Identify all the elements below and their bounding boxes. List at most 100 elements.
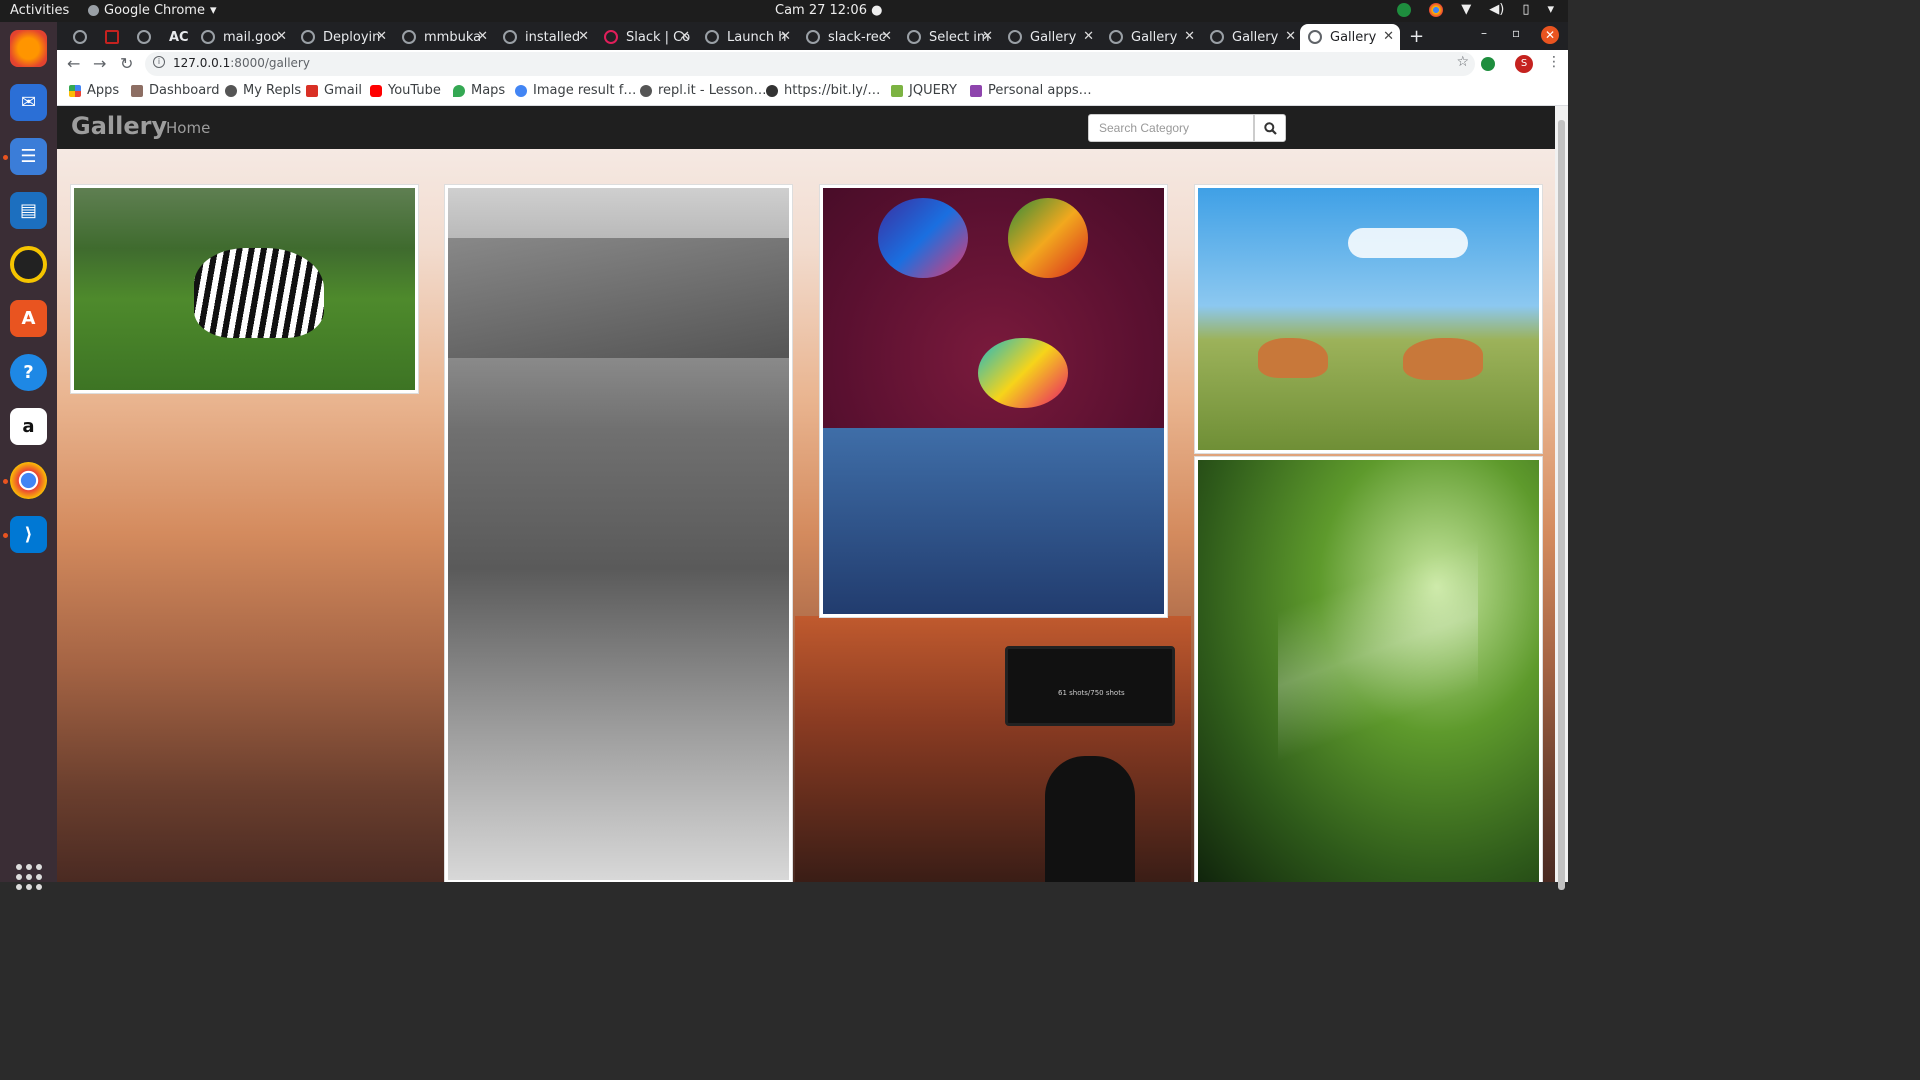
- volume-icon: ◀): [1489, 2, 1505, 17]
- thunderbird-icon[interactable]: ✉: [10, 84, 47, 121]
- gallery-image-card[interactable]: [70, 184, 419, 394]
- tab-close-icon[interactable]: ✕: [1285, 29, 1296, 44]
- bookmark-star-icon[interactable]: ☆: [1456, 54, 1469, 70]
- software-center-icon[interactable]: A: [10, 300, 47, 337]
- bookmark-gmail[interactable]: Gmail: [306, 83, 362, 98]
- extension-icon[interactable]: [1481, 57, 1495, 71]
- tab[interactable]: mmbuka ✕: [394, 24, 494, 50]
- dock: ✉ ☰ ▤ A ? a ⟩: [0, 22, 57, 890]
- roof-shape: [448, 238, 789, 358]
- clock[interactable]: Cam 27 12:06 ●: [775, 3, 882, 18]
- url-path: :8000/gallery: [230, 56, 310, 70]
- page-scrollbar[interactable]: [1555, 106, 1568, 890]
- site-brand[interactable]: Gallery: [71, 112, 167, 140]
- tab[interactable]: Deployin ✕: [293, 24, 393, 50]
- gallery-image-card[interactable]: [1194, 184, 1543, 454]
- firefox-icon[interactable]: [10, 30, 47, 67]
- system-tray[interactable]: ▼ ◀) ▯ ▾: [1397, 2, 1554, 17]
- tab[interactable]: Select im ✕: [899, 24, 999, 50]
- reload-button[interactable]: ↻: [120, 54, 133, 73]
- repl-icon: [640, 84, 652, 97]
- tab[interactable]: [65, 24, 95, 50]
- bookmark-image-result[interactable]: Image result f…: [515, 83, 636, 98]
- chrome-dock-icon[interactable]: [10, 462, 47, 499]
- tab-close-icon[interactable]: ✕: [276, 29, 287, 44]
- minimize-button[interactable]: –: [1481, 26, 1487, 40]
- tab-favicon-icon: [1109, 30, 1123, 44]
- tab[interactable]: Gallery ✕: [1202, 24, 1302, 50]
- scrollbar-thumb[interactable]: [1558, 120, 1565, 890]
- forward-button[interactable]: →: [93, 54, 106, 73]
- bookmark-maps[interactable]: Maps: [453, 83, 505, 98]
- zebra-shape: [194, 248, 324, 338]
- tab[interactable]: Gallery ✕: [1101, 24, 1201, 50]
- gallery-image-card[interactable]: [819, 184, 1168, 618]
- tab-close-icon[interactable]: ✕: [881, 29, 892, 44]
- page-viewport: 61 shots/750 shots Gallery Home: [57, 106, 1555, 882]
- tab-favicon-icon: [73, 30, 87, 44]
- tab-strip: AC mail.goo ✕ Deployin ✕ mmbuka ✕ installed…: [57, 22, 1568, 50]
- search-button[interactable]: [1254, 114, 1286, 142]
- tripod: [1045, 756, 1135, 882]
- tab-close-icon[interactable]: ✕: [1383, 29, 1394, 44]
- zebras-photo: [74, 188, 415, 390]
- youtube-icon: [370, 84, 382, 97]
- tab[interactable]: mail.goo ✕: [193, 24, 293, 50]
- app-menu-label: Google Chrome: [104, 3, 205, 18]
- jquery-icon: [891, 84, 903, 97]
- rhythmbox-icon[interactable]: [10, 246, 47, 283]
- gallery-image-card[interactable]: [1194, 456, 1543, 882]
- files-icon[interactable]: ☰: [10, 138, 47, 175]
- tab-close-icon[interactable]: ✕: [1083, 29, 1094, 44]
- tab[interactable]: installed ✕: [495, 24, 595, 50]
- nav-home-link[interactable]: Home: [166, 119, 210, 137]
- tab-active[interactable]: Gallery ✕: [1300, 24, 1400, 50]
- bookmark-apps[interactable]: Apps: [69, 83, 119, 98]
- camera-screen-text: 61 shots/750 shots: [1058, 689, 1125, 697]
- address-bar[interactable]: i 127.0.0.1:8000/gallery ☆: [145, 52, 1475, 76]
- tab-close-icon[interactable]: ✕: [1184, 29, 1195, 44]
- show-applications-icon[interactable]: [16, 864, 42, 890]
- profile-avatar[interactable]: S: [1515, 55, 1533, 73]
- search-category-input[interactable]: [1088, 114, 1254, 142]
- tab[interactable]: [129, 24, 159, 50]
- bookmark-dashboard[interactable]: Dashboard: [131, 83, 220, 98]
- bookmark-my-repls[interactable]: My Repls: [225, 83, 301, 98]
- help-icon[interactable]: ?: [10, 354, 47, 391]
- app-menu[interactable]: Google Chrome ▾: [88, 3, 217, 18]
- gmail-icon: [306, 84, 318, 97]
- tab-close-icon[interactable]: ✕: [679, 29, 690, 44]
- back-button[interactable]: ←: [67, 54, 80, 73]
- bookmark-bitly[interactable]: https://bit.ly/…: [766, 83, 880, 98]
- tab[interactable]: Launch h ✕: [697, 24, 797, 50]
- repl-icon: [225, 84, 237, 97]
- tab[interactable]: Slack | Co ✕: [596, 24, 696, 50]
- bookmark-personal-apps[interactable]: Personal apps…: [970, 83, 1092, 98]
- tab-close-icon[interactable]: ✕: [982, 29, 993, 44]
- vscode-icon[interactable]: ⟩: [10, 516, 47, 553]
- bookmark-repl-lesson[interactable]: repl.it - Lesson…: [640, 83, 766, 98]
- tab-close-icon[interactable]: ✕: [578, 29, 589, 44]
- kebab-menu-icon[interactable]: ⋮: [1547, 54, 1561, 70]
- headwrap-shape: [978, 338, 1068, 408]
- writer-icon[interactable]: ▤: [10, 192, 47, 229]
- tab[interactable]: Gallery ✕: [1000, 24, 1100, 50]
- gallery-image-card[interactable]: [444, 184, 793, 882]
- slack-icon: [604, 30, 618, 44]
- activities-button[interactable]: Activities: [10, 3, 69, 18]
- site-info-icon[interactable]: i: [153, 56, 165, 68]
- tab[interactable]: AC: [161, 24, 193, 50]
- women-headwraps-photo: [823, 188, 1164, 614]
- tab[interactable]: slack-rec ✕: [798, 24, 898, 50]
- window-close-button[interactable]: ✕: [1541, 26, 1559, 44]
- new-tab-button[interactable]: +: [1409, 26, 1424, 47]
- bookmark-jquery[interactable]: JQUERY: [891, 83, 957, 98]
- amazon-icon[interactable]: a: [10, 408, 47, 445]
- tab-close-icon[interactable]: ✕: [780, 29, 791, 44]
- tab-favicon-icon: [105, 30, 119, 44]
- tab[interactable]: [97, 24, 127, 50]
- tab-close-icon[interactable]: ✕: [376, 29, 387, 44]
- bookmark-youtube[interactable]: YouTube: [370, 83, 441, 98]
- tab-close-icon[interactable]: ✕: [477, 29, 488, 44]
- maximize-button[interactable]: ▫: [1512, 26, 1520, 40]
